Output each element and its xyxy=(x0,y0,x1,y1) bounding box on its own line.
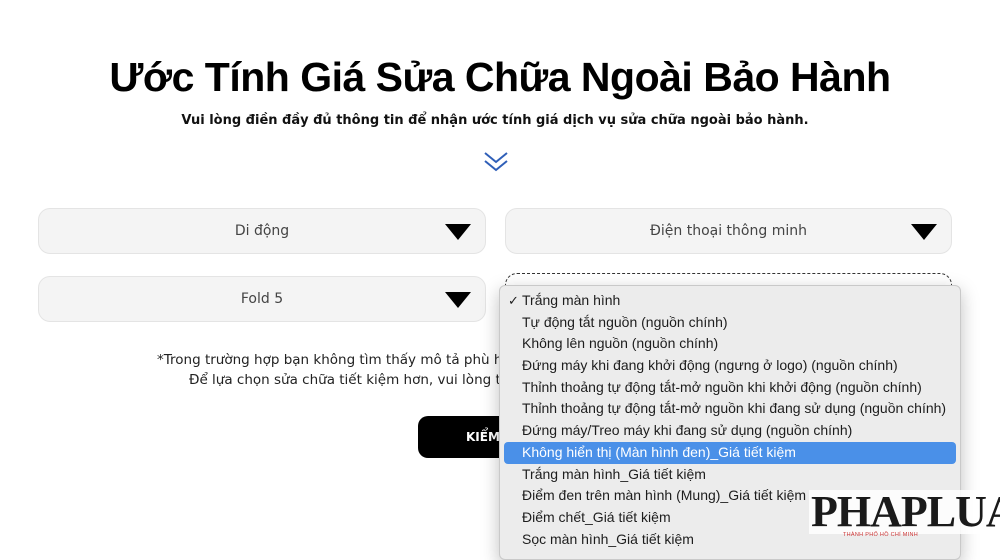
dropdown-option[interactable]: Không lên nguồn (nguồn chính) xyxy=(504,333,956,355)
dropdown-option-label: Tự động tắt nguồn (nguồn chính) xyxy=(522,313,728,330)
note-line-2: Để lựa chọn sửa chữa tiết kiệm hơn, vui … xyxy=(189,372,531,388)
dropdown-option[interactable]: Trắng màn hình_Giá tiết kiệm xyxy=(504,464,956,486)
dropdown-option-label: Điểm đen trên màn hình (Mung)_Giá tiết k… xyxy=(522,487,807,504)
device-type-select[interactable]: Điện thoại thông minh xyxy=(505,208,952,254)
dropdown-option-label: Thỉnh thoảng tự động tắt-mở nguồn khi kh… xyxy=(522,378,922,395)
dropdown-option-label: Trắng màn hình xyxy=(522,292,621,308)
dropdown-option-label: Thỉnh thoảng tự động tắt-mở nguồn khi đa… xyxy=(522,400,947,417)
triangle-down-icon xyxy=(911,224,937,240)
watermark-text: PHAPLUAT xyxy=(809,490,1000,534)
dropdown-option-label: Điểm chết_Giá tiết kiệm xyxy=(522,508,671,525)
page-title: Ước Tính Giá Sửa Chữa Ngoài Bảo Hành xyxy=(109,54,891,100)
watermark-tagline: THÀNH PHỐ HỒ CHÍ MINH xyxy=(843,532,919,538)
double-chevron-down-icon[interactable] xyxy=(482,150,510,176)
model-value: Fold 5 xyxy=(240,291,284,307)
triangle-down-icon xyxy=(445,292,471,308)
dropdown-option-label: Sọc màn hình_Giá tiết kiệm xyxy=(522,530,694,547)
category-select[interactable]: Di động xyxy=(38,208,486,254)
dropdown-option[interactable]: Tự động tắt nguồn (nguồn chính) xyxy=(504,312,956,334)
dropdown-option-label: Trắng màn hình_Giá tiết kiệm xyxy=(522,465,706,482)
dropdown-option[interactable]: Đứng máy khi đang khởi động (ngưng ở log… xyxy=(504,355,956,377)
model-select[interactable]: Fold 5 xyxy=(38,276,486,322)
dropdown-option[interactable]: Thỉnh thoảng tự động tắt-mở nguồn khi kh… xyxy=(504,377,956,399)
device-type-value: Điện thoại thông minh xyxy=(650,223,807,239)
dropdown-option[interactable]: Không hiển thị (Màn hình đen)_Giá tiết k… xyxy=(504,441,956,464)
checkmark-icon: ✓ xyxy=(508,293,519,308)
note-line-1: *Trong trường hợp bạn không tìm thấy mô … xyxy=(157,352,517,368)
dropdown-option[interactable]: ✓ Trắng màn hình xyxy=(504,290,956,312)
page-subtitle: Vui lòng điền đầy đủ thông tin để nhận ư… xyxy=(181,113,809,128)
dropdown-option-label: Đứng máy khi đang khởi động (ngưng ở log… xyxy=(522,357,898,374)
dropdown-option-label: Không lên nguồn (nguồn chính) xyxy=(522,335,719,352)
dropdown-option[interactable]: Thỉnh thoảng tự động tắt-mở nguồn khi đa… xyxy=(504,398,956,420)
triangle-down-icon xyxy=(445,224,471,240)
category-value: Di động xyxy=(234,223,290,239)
dropdown-option[interactable]: Đứng máy/Treo máy khi đang sử dụng (nguồ… xyxy=(504,420,956,442)
watermark-logo: PHAPLUAT THÀNH PHỐ HỒ CHÍ MINH xyxy=(809,490,1000,542)
dropdown-option-label: Không hiển thị (Màn hình đen)_Giá tiết k… xyxy=(522,443,796,460)
dropdown-option-label: Đứng máy/Treo máy khi đang sử dụng (nguồ… xyxy=(522,422,853,439)
